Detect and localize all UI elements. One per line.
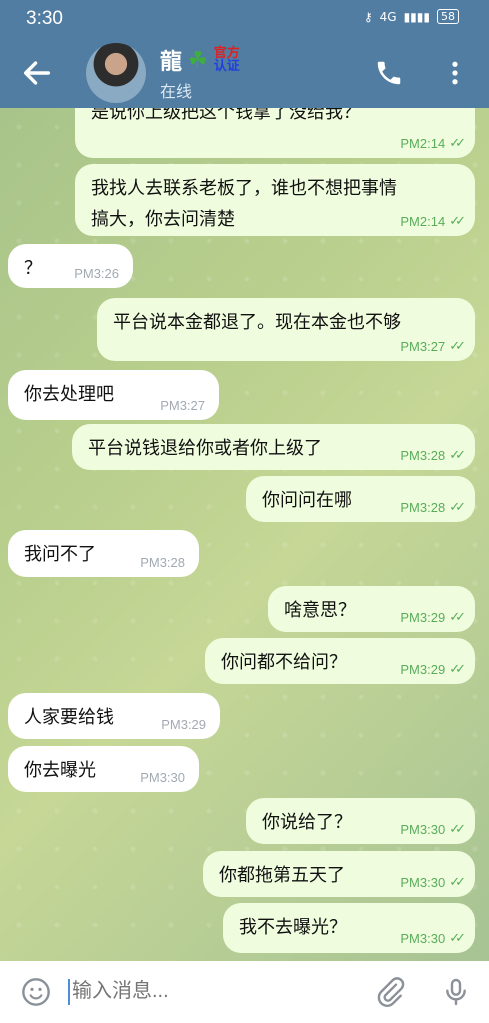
double-check-icon: ✓✓ [449,609,466,624]
message-text: ？ [24,258,42,279]
message-text: 平台说本金都退了。现在本金也不够 [113,312,401,333]
message-text: 我问不了 [24,544,96,565]
outgoing-message[interactable]: 是说你上级把这个钱拿了没给我？ PM2:14 ✓✓ [75,108,475,158]
message-time: PM3:30 [400,821,446,837]
incoming-message[interactable]: ？ PM3:26 [8,244,133,288]
double-check-icon: ✓✓ [449,661,466,676]
message-text: 你去曝光 [24,760,96,781]
message-text: 你问都不给问？ [221,652,347,673]
double-check-icon: ✓✓ [449,930,466,945]
message-time: PM3:30 [400,930,446,946]
incoming-message[interactable]: 人家要给钱 PM3:29 [8,693,220,739]
microphone-icon[interactable] [440,975,472,1009]
phone-icon[interactable] [374,58,404,88]
outgoing-message[interactable]: 平台说本金都退了。现在本金也不够 PM3:27 ✓✓ [97,298,475,361]
double-check-icon: ✓✓ [449,447,466,462]
double-check-icon: ✓✓ [449,821,466,836]
double-check-icon: ✓✓ [449,135,466,150]
message-meta: PM3:30 ✓✓ [400,930,466,946]
message-text: 我找人去联系老板了，谁也不想把事情 搞大，你去问清楚 [91,178,397,230]
clover-icon: ☘ [188,47,208,73]
message-meta: PM3:28 ✓✓ [400,447,466,463]
message-time: PM3:27 [160,398,205,413]
message-meta: PM3:27 ✓✓ [400,338,466,354]
outgoing-message[interactable]: 你都拖第五天了 PM3:30 ✓✓ [203,851,475,897]
message-input[interactable] [70,979,354,1004]
status-icons: ⚷ 4G ▮▮▮▮ 58 [364,9,459,24]
message-time: PM3:29 [400,661,446,677]
message-time: PM3:27 [400,338,446,354]
double-check-icon: ✓✓ [449,499,466,514]
message-meta: PM3:30 ✓✓ [400,821,466,837]
message-meta: PM3:26 [74,266,119,281]
outgoing-message[interactable]: 我找人去联系老板了，谁也不想把事情 搞大，你去问清楚 PM2:14 ✓✓ [75,164,475,236]
message-meta: PM3:28 [140,555,185,570]
message-text: 你问问在哪 [262,490,352,511]
double-check-icon: ✓✓ [449,338,466,353]
message-text: 你去处理吧 [24,384,114,405]
official-badge: 官方 认证 [213,46,240,74]
message-text: 你说给了？ [262,812,352,833]
battery-icon: 58 [437,9,459,24]
message-time: PM3:30 [140,770,185,785]
message-meta: PM2:14 ✓✓ [400,213,466,229]
message-text: 你都拖第五天了 [219,865,345,886]
online-status: 在线 [160,82,193,101]
double-check-icon: ✓✓ [449,213,466,228]
message-meta: PM3:27 [160,398,205,413]
message-meta: PM3:29 [161,717,206,732]
message-time: PM3:28 [400,499,446,515]
message-time: PM3:29 [400,609,446,625]
message-meta: PM3:30 [140,770,185,785]
outgoing-message[interactable]: 我不去曝光？ PM3:30 ✓✓ [223,903,475,953]
message-time: PM2:14 [400,213,446,229]
message-meta: PM3:29 ✓✓ [400,609,466,625]
message-meta: PM2:14 ✓✓ [400,135,466,151]
message-text: 人家要给钱 [24,707,114,728]
incoming-message[interactable]: 你去处理吧 PM3:27 [8,370,219,420]
message-text: 平台说钱退给你或者你上级了 [88,438,322,459]
message-time: PM3:26 [74,266,119,281]
message-time: PM3:28 [400,447,446,463]
composer-bar [0,961,489,1023]
message-time: PM2:14 [400,135,446,151]
status-time: 3:30 [26,8,63,29]
message-time: PM3:30 [400,874,446,890]
outgoing-message[interactable]: 你说给了？ PM3:30 ✓✓ [246,798,475,844]
outgoing-message[interactable]: 你问问在哪 PM3:28 ✓✓ [246,476,475,522]
message-meta: PM3:28 ✓✓ [400,499,466,515]
attachment-icon[interactable] [374,976,406,1008]
message-text: 啥意思？ [284,600,356,621]
more-vertical-icon[interactable] [440,58,470,88]
outgoing-message[interactable]: 平台说钱退给你或者你上级了 PM3:28 ✓✓ [72,424,475,470]
contact-name: 龍 [160,50,183,75]
message-meta: PM3:29 ✓✓ [400,661,466,677]
message-list[interactable]: 是说你上级把这个钱拿了没给我？ PM2:14 ✓✓ 我找人去联系老板了，谁也不想把事情… [0,108,489,961]
outgoing-message[interactable]: 你问都不给问？ PM3:29 ✓✓ [205,638,475,684]
contact-name-row[interactable]: 龍 ☘ 官方 认证 [160,44,240,76]
avatar[interactable] [86,43,146,103]
incoming-message[interactable]: 我问不了 PM3:28 [8,530,199,577]
message-time: PM3:28 [140,555,185,570]
message-meta: PM3:30 ✓✓ [400,874,466,890]
double-check-icon: ✓✓ [449,874,466,889]
chat-header: 龍 ☘ 官方 认证 在线 [0,38,489,108]
message-text: 我不去曝光？ [239,917,347,938]
message-text: 是说你上级把这个钱拿了没给我？ [91,108,361,123]
message-time: PM3:29 [161,717,206,732]
network-label: 4G [379,9,397,24]
emoji-icon[interactable] [20,976,52,1008]
back-arrow-icon[interactable] [20,56,54,90]
status-bar: 3:30 ⚷ 4G ▮▮▮▮ 58 [0,0,489,38]
signal-icon: ▮▮▮▮ [403,9,430,24]
outgoing-message[interactable]: 啥意思？ PM3:29 ✓✓ [268,586,475,632]
key-icon: ⚷ [363,9,373,24]
incoming-message[interactable]: 你去曝光 PM3:30 [8,746,199,792]
